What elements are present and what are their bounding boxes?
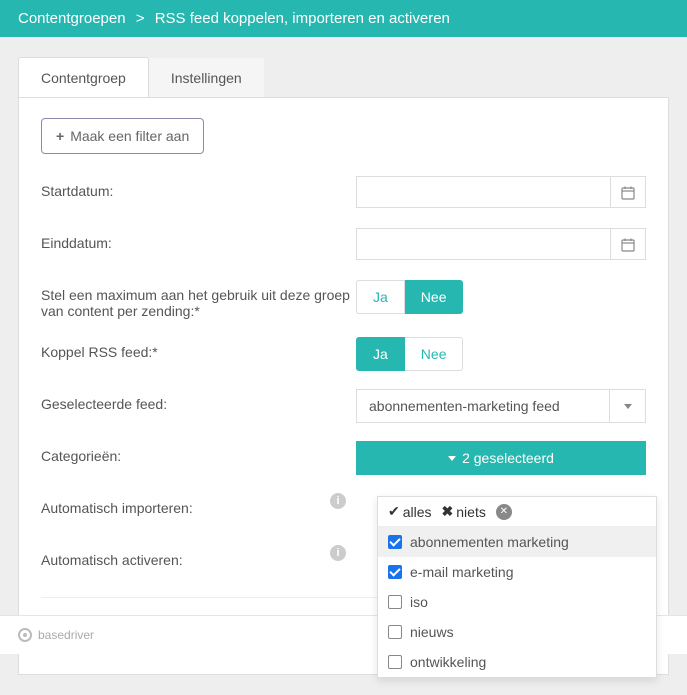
select-none-label: niets: [456, 504, 486, 520]
categories-option[interactable]: nieuws: [378, 617, 656, 647]
categories-multiselect[interactable]: 2 geselecteerd: [356, 441, 646, 475]
categories-option[interactable]: iso: [378, 587, 656, 617]
auto-activate-label: Automatisch activeren:: [41, 552, 183, 568]
select-all-label: alles: [403, 504, 432, 520]
check-icon: ✔: [388, 503, 400, 520]
categories-option-label: e-mail marketing: [410, 564, 513, 580]
categories-option[interactable]: ontwikkeling: [378, 647, 656, 677]
caret-down-icon: [448, 456, 456, 461]
calendar-icon[interactable]: [611, 176, 646, 208]
categories-option-label: nieuws: [410, 624, 454, 640]
enddate-input[interactable]: [356, 228, 611, 260]
select-none-button[interactable]: ✖ niets: [442, 503, 486, 520]
checkbox-icon: [388, 535, 402, 549]
add-filter-button[interactable]: + Maak een filter aan: [41, 118, 204, 154]
info-icon[interactable]: i: [330, 493, 346, 509]
footer-brand: basedriver: [38, 628, 94, 642]
koppel-rss-yes[interactable]: Ja: [356, 337, 405, 371]
checkbox-icon: [388, 655, 402, 669]
categories-dropdown[interactable]: ✔ alles ✖ niets ✕ abonnementen marketing…: [377, 496, 657, 678]
startdate-label: Startdatum:: [41, 176, 356, 199]
breadcrumb-current: RSS feed koppelen, importeren en activer…: [155, 10, 450, 27]
max-usage-label: Stel een maximum aan het gebruik uit dez…: [41, 280, 356, 319]
plus-icon: +: [56, 128, 64, 144]
selected-feed-select[interactable]: abonnementen-marketing feed: [356, 389, 646, 423]
breadcrumb-parent[interactable]: Contentgroepen: [18, 10, 126, 27]
max-usage-yes[interactable]: Ja: [356, 280, 405, 314]
checkbox-icon: [388, 595, 402, 609]
categories-option-label: abonnementen marketing: [410, 534, 569, 550]
brand-icon: [18, 628, 32, 642]
calendar-icon[interactable]: [611, 228, 646, 260]
categories-option[interactable]: e-mail marketing: [378, 557, 656, 587]
max-usage-toggle[interactable]: Ja Nee: [356, 280, 463, 314]
categories-option-label: ontwikkeling: [410, 654, 486, 670]
categories-label: Categorieën:: [41, 441, 356, 464]
breadcrumb-separator: >: [136, 10, 145, 27]
koppel-rss-no[interactable]: Nee: [405, 337, 464, 371]
breadcrumb: Contentgroepen > RSS feed koppelen, impo…: [0, 0, 687, 37]
max-usage-no[interactable]: Nee: [405, 280, 464, 314]
chevron-down-icon: [610, 389, 646, 423]
x-icon: ✖: [442, 503, 454, 520]
select-all-button[interactable]: ✔ alles: [388, 503, 432, 520]
categories-option-label: iso: [410, 594, 428, 610]
startdate-input[interactable]: [356, 176, 611, 208]
selected-feed-label: Geselecteerde feed:: [41, 389, 356, 412]
tab-contentgroep[interactable]: Contentgroep: [18, 57, 149, 98]
checkbox-icon: [388, 625, 402, 639]
koppel-rss-toggle[interactable]: Ja Nee: [356, 337, 463, 371]
add-filter-label: Maak een filter aan: [70, 128, 189, 144]
tab-instellingen[interactable]: Instellingen: [149, 58, 264, 98]
selected-feed-value: abonnementen-marketing feed: [356, 389, 610, 423]
enddate-label: Einddatum:: [41, 228, 356, 251]
categories-summary: 2 geselecteerd: [462, 450, 554, 466]
checkbox-icon: [388, 565, 402, 579]
clear-icon[interactable]: ✕: [496, 504, 512, 520]
categories-option[interactable]: abonnementen marketing: [378, 527, 656, 557]
koppel-rss-label: Koppel RSS feed:*: [41, 337, 356, 360]
auto-import-label: Automatisch importeren:: [41, 500, 193, 516]
info-icon[interactable]: i: [330, 545, 346, 561]
